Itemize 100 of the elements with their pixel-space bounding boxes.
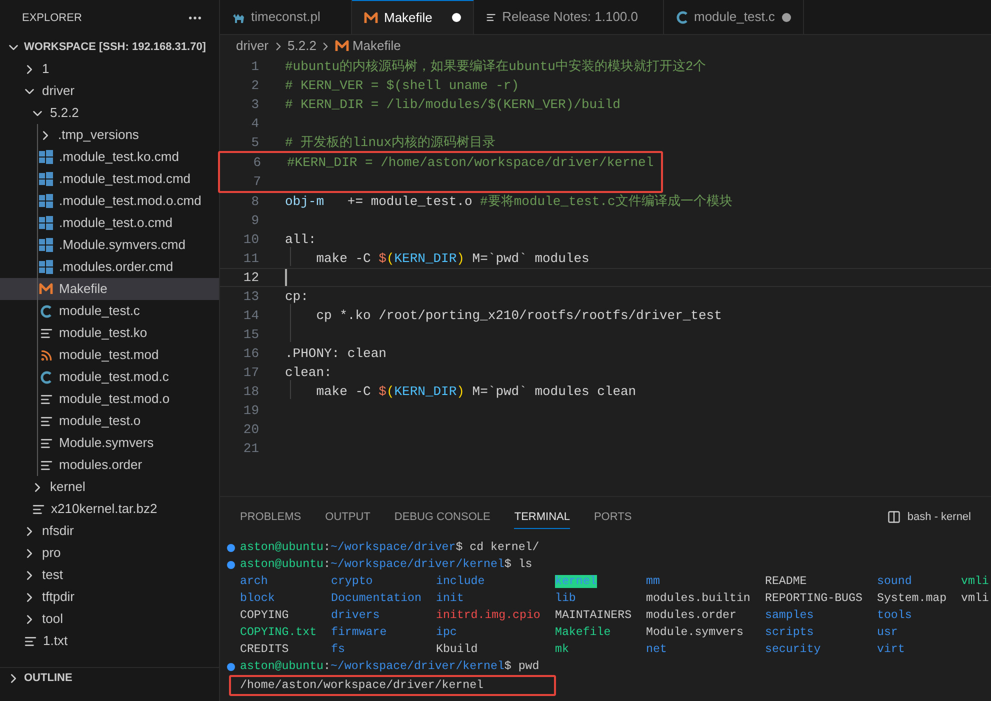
lines-icon <box>40 326 52 340</box>
windows-icon <box>39 172 53 186</box>
m-letter-icon <box>364 12 378 24</box>
terminal-entry: lib <box>555 592 576 605</box>
line-number: 7 <box>252 172 262 191</box>
breadcrumb-item[interactable]: driver <box>236 36 269 56</box>
terminal-entry: init <box>436 592 464 605</box>
c-letter-icon <box>40 370 52 384</box>
terminal-line: /home/aston/workspace/driver/kernel <box>240 678 484 694</box>
file-item[interactable]: Module.symvers <box>0 432 219 454</box>
folder-item[interactable]: 1 <box>0 58 219 80</box>
code-line: # KERN_DIR = /lib/modules/$(KERN_VER)/build <box>285 96 620 114</box>
lines-icon <box>24 634 36 648</box>
panel-tab[interactable]: PROBLEMS <box>240 504 302 530</box>
file-item[interactable]: 1.txt <box>0 630 219 652</box>
file-item[interactable]: module_test.mod.c <box>0 366 219 388</box>
rss-icon <box>40 348 52 362</box>
code-line: # 开发板的linux内核的源码树目录 <box>285 134 496 152</box>
terminal-entry: initrd.img.cpio <box>436 608 540 622</box>
code-line: obj-m += module_test.o #要将module_test.c文件编译成一个模块 <box>285 192 732 211</box>
code-line: make -C $(KERN_DIR) M=`pwd` modules clean <box>315 382 636 401</box>
folder-item[interactable]: tftpdir <box>0 586 219 608</box>
terminal-entry: security <box>765 642 821 656</box>
editor-tab[interactable]: Makefile <box>352 0 474 34</box>
terminal-entry: tools <box>877 608 912 622</box>
editor-tab[interactable]: Release Notes: 1.100.0 <box>474 0 664 34</box>
workspace-header[interactable]: WORKSPACE [SSH: 192.168.31.70] <box>0 36 219 58</box>
panel-tab[interactable]: OUTPUT <box>325 504 370 530</box>
windows-icon <box>39 216 53 230</box>
file-item[interactable]: .module_test.ko.cmd <box>0 146 219 168</box>
windows-icon <box>39 238 53 252</box>
line-number: 4 <box>250 114 260 133</box>
file-item[interactable]: module_test.mod.o <box>0 388 219 410</box>
terminal-entry: modules.builtin <box>646 592 750 605</box>
terminal-entry: Makefile <box>555 626 611 639</box>
code-line: all: <box>285 230 316 249</box>
terminal-entry: sound <box>877 574 912 588</box>
outline-section-header[interactable]: OUTLINE <box>0 667 219 689</box>
file-item[interactable]: .module_test.mod.o.cmd <box>0 190 219 212</box>
folder-item[interactable]: nfsdir <box>0 520 219 542</box>
line-number: 10 <box>242 230 260 249</box>
file-item[interactable]: .module_test.o.cmd <box>0 212 219 234</box>
folder-item[interactable]: test <box>0 564 219 586</box>
lines-icon <box>40 458 52 472</box>
terminal-entry: README <box>765 574 807 588</box>
folder-item[interactable]: pro <box>0 542 219 564</box>
windows-icon <box>39 260 53 274</box>
terminal-entry: CREDITS <box>240 642 289 656</box>
line-number: 21 <box>242 440 260 458</box>
terminal-entry: Module.symvers <box>646 626 744 639</box>
terminal-entry: fs <box>331 642 345 656</box>
terminal-entry: mk <box>555 642 569 656</box>
terminal-entry: MAINTAINERS <box>555 608 632 622</box>
file-item[interactable]: .modules.order.cmd <box>0 256 219 278</box>
file-item[interactable]: module_test.c <box>0 300 219 322</box>
terminal-line: aston@ubuntu:~/workspace/driver/kernel$ ls <box>240 556 532 573</box>
line-number: 15 <box>242 326 260 344</box>
terminal-entry: modules.order <box>646 608 736 622</box>
line-number: 5 <box>250 134 260 152</box>
line-number: 14 <box>242 306 260 325</box>
code-line: #ubuntu的内核源码树，如果要编译在ubuntu中安装的模块就打开这2个 <box>285 58 706 76</box>
breadcrumb-item[interactable]: Makefile <box>352 36 401 56</box>
lines-icon <box>40 392 52 406</box>
code-line: make -C $(KERN_DIR) M=`pwd` modules <box>315 250 590 268</box>
lines-icon <box>40 436 52 450</box>
folder-item[interactable]: kernel <box>0 476 219 498</box>
file-item[interactable]: module_test.ko <box>0 322 219 344</box>
line-number: 20 <box>242 420 260 439</box>
breadcrumb-item[interactable]: 5.2.2 <box>288 36 316 56</box>
file-item[interactable]: module_test.o <box>0 410 219 432</box>
terminal-entry: System.map <box>877 592 947 605</box>
terminal-entry: REPORTING-BUGS <box>765 592 862 605</box>
folder-item[interactable]: driver <box>0 80 219 102</box>
panel-tab[interactable]: DEBUG CONSOLE <box>394 504 490 530</box>
file-item[interactable]: module_test.mod <box>0 344 219 366</box>
m-letter-icon <box>39 283 53 295</box>
line-number: 1 <box>250 58 260 76</box>
lines-icon <box>40 414 52 428</box>
code-line: clean: <box>285 364 332 382</box>
sidebar-title: EXPLORER <box>22 10 82 26</box>
terminal-entry: net <box>646 642 667 656</box>
line-number: 9 <box>250 212 260 230</box>
terminal-entry: ipc <box>436 626 457 639</box>
line-number: 16 <box>242 344 260 363</box>
line-number: 6 <box>252 154 262 172</box>
panel-tab[interactable]: TERMINAL <box>514 504 570 530</box>
panel-tab[interactable]: PORTS <box>594 504 632 530</box>
terminal-entry: block <box>240 592 275 605</box>
file-item[interactable]: .module_test.mod.cmd <box>0 168 219 190</box>
code-line: # KERN_VER = $(shell uname -r) <box>285 76 520 95</box>
m-letter-icon <box>335 40 350 52</box>
editor-tab[interactable]: module_test.c <box>664 0 804 34</box>
file-item[interactable]: modules.order <box>0 454 219 476</box>
folder-item[interactable]: tool <box>0 608 219 630</box>
file-item[interactable]: Makefile <box>0 278 219 300</box>
file-item[interactable]: x210kernel.tar.bz2 <box>0 498 219 520</box>
folder-item[interactable]: 5.2.2 <box>0 102 219 124</box>
file-item[interactable]: .Module.symvers.cmd <box>0 234 219 256</box>
terminal-line: aston@ubuntu:~/workspace/driver/kernel$ pwd <box>240 658 540 675</box>
folder-item[interactable]: .tmp_versions <box>0 124 219 146</box>
